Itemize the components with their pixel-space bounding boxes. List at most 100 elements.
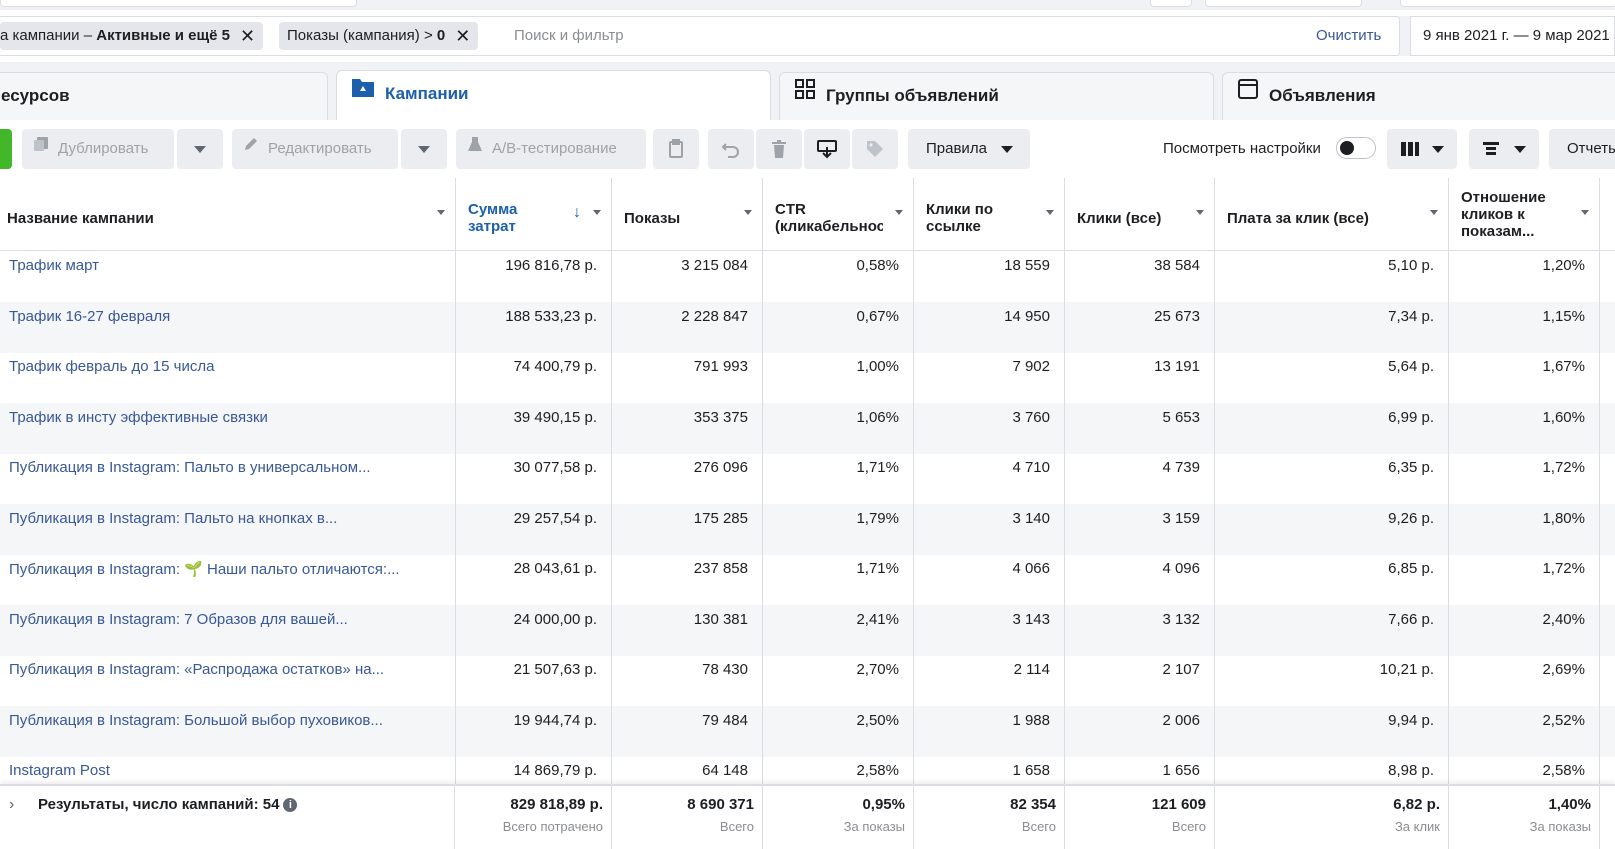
col-clicks-all[interactable]: Клики (все) [1065, 178, 1215, 250]
cell-ctr-all: 1,72% [1449, 554, 1600, 605]
cell-link-clicks: 3 143 [914, 604, 1065, 656]
filter-box[interactable]: а кампании – Активные и ещё 5 ✕ Показы (к… [0, 16, 1400, 56]
table-row[interactable]: Публикация в Instagram: 7 Образов для ва… [0, 604, 1615, 656]
export-button[interactable] [804, 129, 850, 169]
view-settings-toggle[interactable] [1336, 137, 1376, 159]
top-search-remnant[interactable] [0, 0, 357, 7]
campaign-name-link[interactable]: Публикация в Instagram: 7 Образов для ва… [0, 604, 456, 656]
tab-ads[interactable]: Объявления [1222, 72, 1615, 120]
create-button[interactable] [0, 129, 12, 169]
cell-cpc-all: 10,21 р. [1215, 655, 1449, 706]
campaign-name-link[interactable]: Публикация в Instagram: 🌱 Наши пальто от… [0, 554, 456, 605]
tab-label: есурсов [1, 86, 70, 105]
reports-button[interactable]: Отчеты [1549, 129, 1615, 169]
cell-spend: 30 077,58 р. [456, 453, 612, 504]
tag-button[interactable] [852, 129, 898, 169]
close-icon[interactable]: ✕ [240, 22, 255, 50]
cell-next [1600, 554, 1615, 605]
top-button-remnant[interactable] [1150, 0, 1192, 7]
toolbar: Дублировать Редактировать A/B-тестирован… [0, 120, 1615, 179]
chevron-down-icon [593, 210, 601, 215]
clear-filters-link[interactable]: Очистить [1316, 27, 1381, 44]
edit-dropdown[interactable] [401, 129, 447, 169]
tab-campaigns[interactable]: Кампании [336, 70, 771, 122]
cell-next [1600, 251, 1615, 302]
tab-account-resources[interactable]: есурсов [0, 72, 328, 120]
cell-link-clicks: 3 140 [914, 503, 1065, 555]
tab-label: Кампании [385, 84, 469, 103]
chip-prefix: а кампании – [0, 27, 97, 44]
campaign-name-link[interactable]: Публикация в Instagram: Большой выбор пу… [0, 705, 456, 757]
col-campaign-name[interactable]: Название кампании [0, 178, 456, 250]
breakdown-icon [1482, 140, 1506, 157]
cell-spend: 21 507,63 р. [456, 655, 612, 706]
cell-next [1600, 403, 1615, 454]
top-button-remnant[interactable] [1205, 0, 1362, 7]
duplicate-dropdown[interactable] [177, 129, 223, 169]
col-ctr-all[interactable]: Отношение кликов к показам... [1449, 178, 1600, 250]
sort-down-icon: ↓ [573, 204, 581, 221]
cell-clicks-all: 2 006 [1065, 705, 1215, 757]
tab-ad-sets[interactable]: Группы объявлений [779, 72, 1214, 120]
chevron-right-icon[interactable]: › [9, 796, 14, 814]
breakdown-button[interactable] [1469, 129, 1539, 169]
campaign-name-link[interactable]: Трафик в инсту эффективные связки [0, 402, 456, 454]
delete-button[interactable] [756, 129, 802, 169]
col-link-clicks[interactable]: Клики по ссылке [914, 178, 1065, 250]
chevron-down-icon [194, 145, 206, 153]
ab-test-button[interactable]: A/B-тестирование [456, 129, 646, 169]
cell-cpc-all: 6,99 р. [1215, 402, 1449, 454]
edit-button[interactable]: Редактировать [232, 129, 398, 169]
col-label: Название кампании [7, 209, 154, 227]
undo-button[interactable] [708, 129, 754, 169]
cell-next [1600, 655, 1615, 706]
filter-chip-impressions[interactable]: Показы (кампания) > 0 ✕ [279, 22, 479, 50]
cell-ctr-all: 2,69% [1449, 655, 1600, 706]
clipboard-button[interactable] [653, 129, 699, 169]
table-row[interactable]: Трафик 16-27 февраля 188 533,23 р. 2 228 8… [0, 301, 1615, 353]
col-label: Клики по ссылке [926, 201, 994, 235]
top-button-remnant[interactable] [1400, 0, 1615, 7]
col-spend[interactable]: Сумма затрат ↓ [456, 178, 612, 250]
cell-ctr: 2,70% [763, 655, 914, 706]
cell-cpc-all: 5,10 р. [1215, 251, 1449, 302]
cell-ctr: 1,79% [763, 503, 914, 555]
table-row[interactable]: Публикация в Instagram: «Распродажа оста… [0, 655, 1615, 706]
table-row[interactable]: Публикация в Instagram: Пальто на кнопка… [0, 503, 1615, 555]
col-ctr[interactable]: CTR (кликабельность) [763, 178, 914, 250]
campaign-name-link[interactable]: Публикация в Instagram: Пальто на кнопка… [0, 503, 456, 555]
info-icon[interactable]: i [283, 798, 298, 813]
chip-value: Активные и ещё 5 [96, 27, 230, 44]
cell-ctr-all: 1,80% [1449, 503, 1600, 555]
table-row[interactable]: Трафик февраль до 15 числа 74 400,79 р. 79… [0, 352, 1615, 403]
campaign-name-link[interactable]: Трафик март [0, 251, 456, 302]
columns-button[interactable] [1387, 129, 1457, 169]
campaign-name-link[interactable]: Публикация в Instagram: Пальто в универс… [0, 453, 456, 504]
cell-cpc-all: 6,35 р. [1215, 453, 1449, 504]
cell-impressions: 237 858 [612, 554, 763, 605]
ab-test-label: A/B-тестирование [492, 140, 617, 157]
filter-chip-status[interactable]: а кампании – Активные и ещё 5 ✕ [0, 22, 264, 50]
col-cpc-all[interactable]: Плата за клик (все) [1215, 178, 1449, 250]
filter-bar: а кампании – Активные и ещё 5 ✕ Показы (к… [0, 16, 1615, 56]
table-row[interactable]: Публикация в Instagram: Пальто в универс… [0, 453, 1615, 504]
search-filter-input[interactable]: Поиск и фильтр [514, 27, 624, 44]
campaign-name-link[interactable]: Публикация в Instagram: «Распродажа оста… [0, 655, 456, 706]
chevron-down-icon [1196, 210, 1204, 215]
table-row[interactable]: Трафик март 196 816,78 р. 3 215 084 0,58% 18… [0, 251, 1615, 302]
total-sub: Всего [1021, 819, 1056, 834]
table-row[interactable]: Трафик в инсту эффективные связки 39 490,… [0, 402, 1615, 454]
cell-cpc-all: 7,66 р. [1215, 604, 1449, 656]
campaign-name-link[interactable]: Трафик февраль до 15 числа [0, 352, 456, 403]
cell-ctr: 1,00% [763, 352, 914, 403]
duplicate-button[interactable]: Дублировать [22, 129, 174, 169]
table-row[interactable]: Публикация в Instagram: Большой выбор пу… [0, 705, 1615, 757]
cell-ctr-all: 1,20% [1449, 251, 1600, 302]
date-range-picker[interactable]: 9 янв 2021 г. — 9 мар 2021 [1410, 16, 1615, 56]
results-summary[interactable]: › Результаты, число кампаний: 54 i [0, 786, 455, 849]
close-icon[interactable]: ✕ [455, 22, 470, 50]
col-impressions[interactable]: Показы [612, 178, 763, 250]
campaign-name-link[interactable]: Трафик 16-27 февраля [0, 301, 456, 353]
rules-button[interactable]: Правила [908, 129, 1030, 169]
table-row[interactable]: Публикация в Instagram: 🌱 Наши пальто от… [0, 554, 1615, 605]
